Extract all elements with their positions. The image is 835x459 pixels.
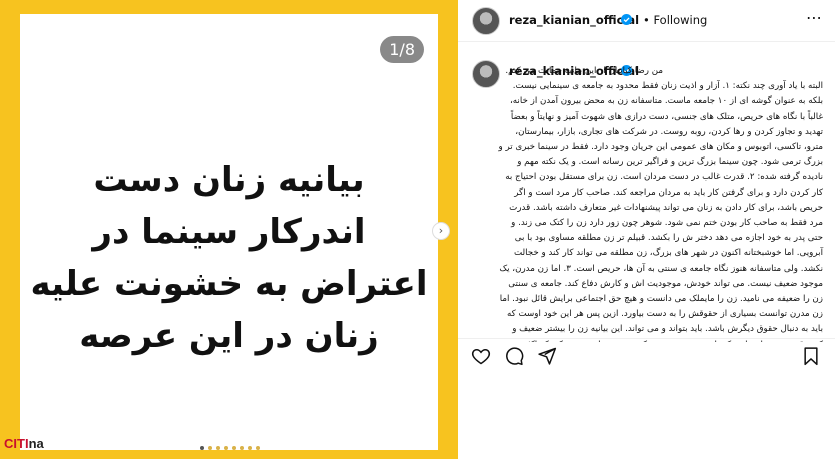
caption-block: reza_kianian_official من رضا کیانیان از … [458, 52, 835, 342]
next-slide-button[interactable]: › [432, 222, 450, 240]
avatar[interactable] [472, 7, 500, 35]
slide-text: بیانیه زنان دست اندرکار سینما در اعتراض … [30, 160, 428, 356]
bookmark-icon[interactable] [802, 346, 820, 366]
slide-counter: 1/8 [380, 36, 424, 63]
more-options-icon[interactable]: ⋯ [806, 8, 823, 27]
slide-dot [240, 446, 244, 450]
watermark-logo: CITIna [4, 436, 44, 451]
divider [458, 338, 835, 339]
action-bar [458, 346, 835, 374]
slide-dot [248, 446, 252, 450]
share-icon[interactable] [537, 346, 557, 366]
slide-indicator-dots [200, 446, 260, 450]
post-media[interactable]: بیانیه زنان دست اندرکار سینما در اعتراض … [0, 0, 458, 459]
slide-dot [224, 446, 228, 450]
slide-card: بیانیه زنان دست اندرکار سینما در اعتراض … [20, 14, 438, 450]
heart-icon[interactable] [471, 346, 491, 366]
username-link[interactable]: reza_kianian_official [509, 13, 639, 27]
chevron-right-icon: › [438, 224, 444, 237]
post-view: بیانیه زنان دست اندرکار سینما در اعتراض … [0, 0, 835, 459]
post-header: reza_kianian_official • Following ⋯ [458, 0, 835, 42]
slide-dot [256, 446, 260, 450]
verified-badge-icon [621, 14, 632, 25]
comment-icon[interactable] [504, 346, 524, 366]
slide-dot [200, 446, 204, 450]
slide-dot [232, 446, 236, 450]
slide-dot [208, 446, 212, 450]
following-button[interactable]: • Following [643, 13, 707, 27]
caption-text: من رضا کیانیان از این بیانیه حمایت می کن… [498, 66, 824, 342]
avatar[interactable] [472, 60, 500, 88]
post-side-panel: reza_kianian_official • Following ⋯ reza… [458, 0, 835, 459]
slide-dot [216, 446, 220, 450]
